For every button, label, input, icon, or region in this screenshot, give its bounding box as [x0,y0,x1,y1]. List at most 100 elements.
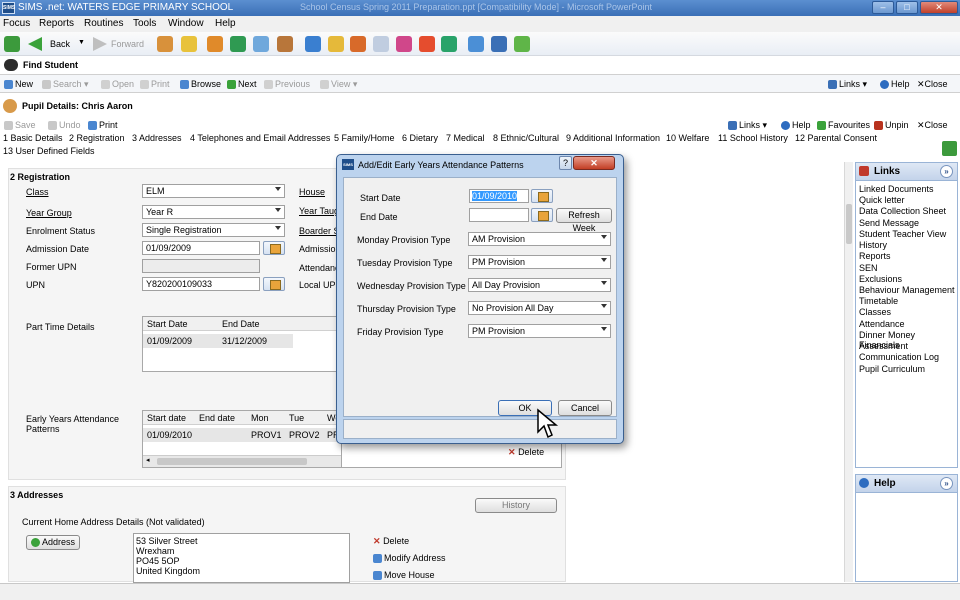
admission-date-field[interactable]: 01/09/2009 [142,241,260,255]
year-group-select[interactable]: Year R [142,205,285,219]
menu-window[interactable]: Window [168,18,204,29]
address-delete-button[interactable]: ✕ Delete [373,536,409,547]
links-button[interactable]: Links ▾ [828,79,867,90]
class-select[interactable]: ELM [142,184,285,198]
refresh-icon[interactable] [942,141,957,156]
link-behaviour-management[interactable]: Behaviour Management [859,285,955,295]
move-house-button[interactable]: Move House [373,570,435,581]
admission-date-calendar-icon[interactable] [263,241,285,255]
pupil-links-button[interactable]: Links ▾ [728,120,767,131]
print-button[interactable]: Print [88,120,118,131]
envelope-icon[interactable] [253,36,269,52]
cancel-button[interactable]: Cancel [558,400,612,416]
section-link-parental-consent[interactable]: 12 Parental Consent [795,133,877,143]
link-exclusions[interactable]: Exclusions [859,274,902,284]
scrollbar-thumb[interactable] [846,204,852,244]
bulb-icon[interactable] [181,36,197,52]
end-date-calendar-icon[interactable] [531,208,553,222]
delete-pattern-button[interactable]: ✕ Delete [508,447,544,458]
thursday-provision-select[interactable]: No Provision All Day [468,301,611,315]
start-date-field[interactable]: 01/09/2010 [469,189,529,203]
menu-tools[interactable]: Tools [133,18,156,29]
main-vertical-scrollbar[interactable] [844,162,853,582]
section-link-school-history[interactable]: 11 School History [718,133,788,143]
link-sen[interactable]: SEN [859,263,878,273]
help-button[interactable]: Help [880,79,910,90]
link-communication-log[interactable]: Communication Log [859,352,939,362]
flag-icon[interactable] [230,36,246,52]
section-link-registration[interactable]: 2 Registration [69,133,125,143]
section-link-family-home[interactable]: 5 Family/Home [334,133,395,143]
close-window-button[interactable]: ✕ [920,1,958,14]
people-icon[interactable] [157,36,173,52]
class-label[interactable]: Class [26,187,49,197]
menu-reports[interactable]: Reports [39,18,74,29]
minimize-button[interactable]: – [872,1,894,14]
history-button[interactable]: History [475,498,557,513]
section-link-additional-info[interactable]: 9 Additional Information [566,133,660,143]
early-years-grid[interactable]: Start date End date Mon Tue We 01/09/201… [142,410,342,468]
new-button[interactable]: New [4,79,33,90]
part-time-grid[interactable]: Start Date End Date 01/09/2009 31/12/200… [142,316,342,372]
refresh-icon[interactable] [4,36,20,52]
section-link-basic-details[interactable]: 1 Basic Details [3,133,63,143]
modify-address-button[interactable]: Modify Address [373,553,446,564]
globe-icon[interactable] [491,36,507,52]
table-row[interactable]: 01/09/2009 31/12/2009 [143,334,293,348]
menu-routines[interactable]: Routines [84,18,123,29]
maximize-button[interactable]: □ [896,1,918,14]
pupil-help-button[interactable]: Help [781,120,811,131]
friday-provision-select[interactable]: PM Provision [468,324,611,338]
dialog-help-button[interactable]: ? [559,156,572,170]
book-icon[interactable] [207,36,223,52]
start-date-calendar-icon[interactable] [531,189,553,203]
notes-icon[interactable] [373,36,389,52]
group-icon[interactable] [396,36,412,52]
unpin-button[interactable]: Unpin [874,120,909,131]
documents-icon[interactable] [468,36,484,52]
link-reports[interactable]: Reports [859,251,891,261]
monday-provision-select[interactable]: AM Provision [468,232,611,246]
back-dropdown-icon[interactable]: ▼ [78,39,85,46]
link-history[interactable]: History [859,240,887,250]
link-timetable[interactable]: Timetable [859,296,898,306]
link-send-message[interactable]: Send Message [859,218,919,228]
upn-field[interactable]: Y820200109033 [142,277,260,291]
menu-help[interactable]: Help [215,18,236,29]
tools-icon[interactable] [514,36,530,52]
link-assessment[interactable]: Assessment [859,341,908,351]
pupil-close-button[interactable]: ✕Close [917,120,948,131]
find-close-button[interactable]: ✕Close [917,79,948,90]
table-row[interactable]: 01/09/2010 PROV1 PROV2 PR [143,428,341,442]
enrolment-status-select[interactable]: Single Registration [142,223,285,237]
wednesday-provision-select[interactable]: All Day Provision [468,278,611,292]
browse-button[interactable]: Browse [180,79,221,90]
map-icon[interactable] [441,36,457,52]
next-button[interactable]: Next [227,79,257,90]
menu-focus[interactable]: Focus [3,18,30,29]
dialog-close-button[interactable]: ✕ [573,156,615,170]
collapse-chevron-icon[interactable]: » [940,165,953,178]
scroll-left-icon[interactable]: ◂ [146,456,150,464]
section-link-telephones[interactable]: 4 Telephones and Email Addresses [190,133,330,143]
tuesday-provision-select[interactable]: PM Provision [468,255,611,269]
scrollbar-thumb[interactable] [157,458,307,465]
section-link-user-defined[interactable]: 13 User Defined Fields [3,146,95,156]
year-group-label[interactable]: Year Group [26,208,72,218]
collapse-chevron-icon[interactable]: » [940,477,953,490]
horizontal-scrollbar[interactable]: ◂ [143,455,341,467]
favourites-button[interactable]: Favourites [817,120,870,131]
house-label[interactable]: House [299,187,325,197]
link-linked-documents[interactable]: Linked Documents [859,184,934,194]
link-classes[interactable]: Classes [859,307,891,317]
person-card-icon[interactable] [277,36,293,52]
upn-lookup-icon[interactable] [263,277,285,291]
refresh-week-button[interactable]: Refresh Week [556,208,612,233]
section-link-ethnic-cultural[interactable]: 8 Ethnic/Cultural [493,133,559,143]
clock-icon[interactable] [419,36,435,52]
section-link-dietary[interactable]: 6 Dietary [402,133,438,143]
chart-icon[interactable] [305,36,321,52]
back-button[interactable]: Back [50,39,70,49]
link-data-collection-sheet[interactable]: Data Collection Sheet [859,206,946,216]
end-date-field[interactable] [469,208,529,222]
